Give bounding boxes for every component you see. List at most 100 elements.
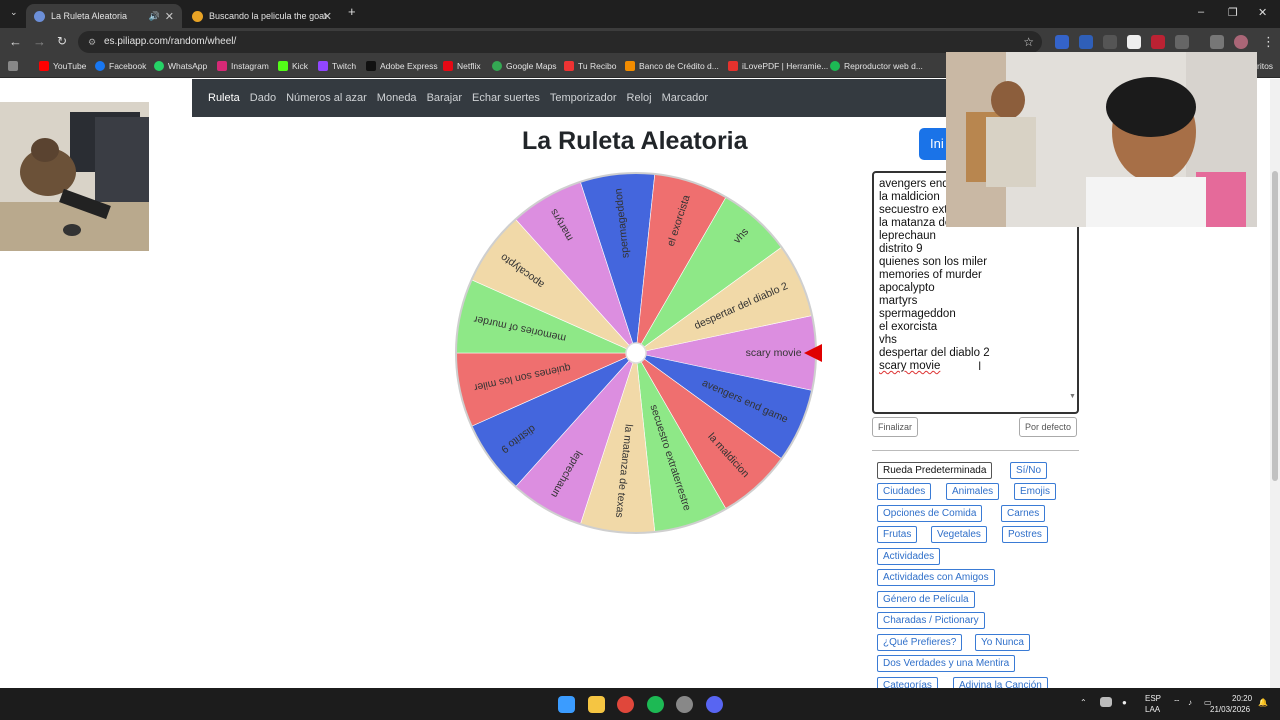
- preset-que-prefieres[interactable]: ¿Qué Prefieres?: [877, 634, 963, 651]
- language-indicator[interactable]: ESP: [1145, 694, 1161, 703]
- windows-start-icon[interactable]: [558, 696, 575, 713]
- nav-reloj[interactable]: Reloj: [627, 92, 652, 104]
- default-button[interactable]: Por defecto: [1019, 417, 1078, 437]
- extension-icon[interactable]: [1127, 35, 1141, 49]
- preset-adivina-cancion[interactable]: Adivina la Canción: [953, 677, 1048, 688]
- extension-icon[interactable]: [1055, 35, 1069, 49]
- preset-vegetales[interactable]: Vegetales: [931, 526, 987, 543]
- new-tab-button[interactable]: +: [348, 4, 356, 19]
- page-title: La Ruleta Aleatoria: [522, 127, 748, 155]
- extension-icon[interactable]: [1151, 35, 1165, 49]
- address-bar[interactable]: ⚙ es.piliapp.com/random/wheel/ ☆: [78, 31, 1042, 53]
- preset-actividades-amigos[interactable]: Actividades con Amigos: [877, 569, 995, 586]
- obs-icon[interactable]: [676, 696, 693, 713]
- bookmark-tu-recibo[interactable]: Tu Recibo: [564, 61, 616, 71]
- minimize-icon[interactable]: –: [1198, 6, 1204, 18]
- tab-search-icon[interactable]: ⌄: [10, 7, 18, 18]
- reading-list-icon[interactable]: [1210, 35, 1224, 49]
- file-explorer-icon[interactable]: [588, 696, 605, 713]
- nav-temporizador[interactable]: Temporizador: [550, 92, 617, 104]
- globe-icon: [34, 10, 45, 22]
- preset-yo-nunca[interactable]: Yo Nunca: [975, 634, 1030, 651]
- bookmark-google-maps[interactable]: Google Maps: [492, 61, 557, 71]
- option-line: quienes son los miler: [879, 256, 988, 268]
- avatar[interactable]: [1234, 35, 1248, 49]
- maps-icon: [492, 61, 502, 71]
- clock-date[interactable]: 21/03/2026: [1210, 705, 1250, 714]
- back-icon[interactable]: ←: [9, 34, 22, 49]
- tab-ruleta[interactable]: La Ruleta Aleatoria 🔊 ✕: [26, 4, 182, 28]
- page-scrollbar[interactable]: [1270, 79, 1280, 688]
- finish-button[interactable]: Finalizar: [872, 417, 919, 437]
- menu-icon[interactable]: ⋮: [1262, 34, 1275, 50]
- preset-ciudades[interactable]: Ciudades: [877, 483, 932, 500]
- preset-frutas[interactable]: Frutas: [877, 526, 918, 543]
- tab-goat[interactable]: Buscando la pelicula the goat ✕: [184, 4, 340, 28]
- microphone-icon[interactable]: ●: [1122, 698, 1127, 707]
- nav-dado[interactable]: Dado: [250, 92, 276, 104]
- close-tab-icon[interactable]: ✕: [323, 10, 332, 23]
- clock-time[interactable]: 20:20: [1232, 694, 1252, 703]
- bookmark-twitch[interactable]: Twitch: [318, 61, 356, 71]
- apps-icon[interactable]: [8, 61, 22, 71]
- bookmark-instagram[interactable]: Instagram: [217, 61, 269, 71]
- maximize-icon[interactable]: ❐: [1228, 6, 1238, 19]
- nav-marcador[interactable]: Marcador: [662, 92, 708, 104]
- reload-icon[interactable]: ↻: [57, 34, 67, 48]
- kick-icon: [278, 61, 288, 71]
- preset-rueda-predeterminada[interactable]: Rueda Predeterminada: [877, 462, 993, 479]
- preset-postres[interactable]: Postres: [1002, 526, 1048, 543]
- wifi-icon[interactable]: ⌔: [1173, 698, 1181, 708]
- instagram-icon: [217, 61, 227, 71]
- nav-ruleta[interactable]: Ruleta: [208, 92, 240, 104]
- forward-icon[interactable]: →: [33, 34, 46, 49]
- nav-barajar[interactable]: Barajar: [427, 92, 462, 104]
- facebook-icon: [95, 61, 105, 71]
- bookmark-star-icon[interactable]: ☆: [1023, 31, 1034, 53]
- volume-icon[interactable]: ♪: [1188, 698, 1192, 707]
- preset-carnes[interactable]: Carnes: [1001, 505, 1046, 522]
- tray-chevron-icon[interactable]: ⌃: [1080, 698, 1087, 707]
- preset-animales[interactable]: Animales: [946, 483, 1000, 500]
- resize-handle-icon[interactable]: ▼: [1069, 393, 1076, 400]
- bookmark-ilovepdf[interactable]: iLovePDF | Herramie...: [728, 61, 828, 71]
- puzzle-icon[interactable]: [1175, 35, 1189, 49]
- preset-si-no[interactable]: Sí/No: [1010, 462, 1048, 479]
- notification-bell-icon[interactable]: 🔔: [1258, 698, 1268, 707]
- nav-numeros[interactable]: Números al azar: [286, 92, 367, 104]
- spotify-icon: [830, 61, 840, 71]
- bookmark-youtube[interactable]: YouTube: [39, 61, 86, 71]
- bookmark-adobe-express[interactable]: Adobe Express: [366, 61, 438, 71]
- scrollbar-thumb[interactable]: [1272, 171, 1278, 481]
- bookmark-folder[interactable]: ritos: [1257, 61, 1273, 71]
- bookmark-spotify[interactable]: Reproductor web d...: [830, 61, 923, 71]
- spotify-icon[interactable]: [647, 696, 664, 713]
- wheel-segment-label: scary movie: [746, 347, 802, 359]
- bookmark-netflix[interactable]: Netflix: [443, 61, 481, 71]
- preset-opciones-comida[interactable]: Opciones de Comida: [877, 505, 983, 522]
- site-info-icon[interactable]: ⚙: [88, 31, 96, 53]
- discord-icon[interactable]: [706, 696, 723, 713]
- layout-indicator[interactable]: LAA: [1145, 705, 1160, 714]
- preset-emojis[interactable]: Emojis: [1014, 483, 1057, 500]
- preset-actividades[interactable]: Actividades: [877, 548, 941, 565]
- preset-categorias[interactable]: Categorías: [877, 677, 938, 688]
- bookmark-whatsapp[interactable]: WhatsApp: [154, 61, 207, 71]
- close-tab-icon[interactable]: ✕: [165, 10, 174, 23]
- extension-icon[interactable]: [1103, 35, 1117, 49]
- extension-icon[interactable]: [1079, 35, 1093, 49]
- bookmark-kick[interactable]: Kick: [278, 61, 308, 71]
- preset-charadas[interactable]: Charadas / Pictionary: [877, 612, 985, 629]
- bookmark-bcp[interactable]: Banco de Crédito d...: [625, 61, 719, 71]
- nav-moneda[interactable]: Moneda: [377, 92, 417, 104]
- preset-dos-verdades[interactable]: Dos Verdades y una Mentira: [877, 655, 1016, 672]
- wheel[interactable]: scary movieavengers end gamela maldicion…: [450, 167, 822, 539]
- preset-genero-pelicula[interactable]: Género de Película: [877, 591, 975, 608]
- speaker-icon[interactable]: 🔊: [149, 11, 160, 22]
- discord-tray-icon[interactable]: [1100, 697, 1112, 707]
- bookmark-facebook[interactable]: Facebook: [95, 61, 146, 71]
- nav-echar-suertes[interactable]: Echar suertes: [472, 92, 540, 104]
- wheel-center-hub: [625, 342, 647, 364]
- chrome-icon[interactable]: [617, 696, 634, 713]
- close-window-icon[interactable]: ✕: [1258, 6, 1267, 19]
